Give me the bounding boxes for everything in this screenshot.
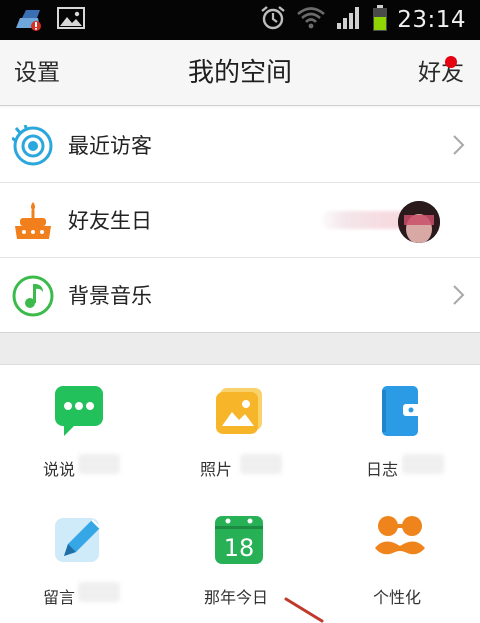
list-item-label: 背景音乐 bbox=[68, 284, 152, 308]
list-item-label: 最近访客 bbox=[68, 134, 152, 158]
list-item-label: 好友生日 bbox=[68, 209, 152, 233]
eye-icon bbox=[11, 124, 54, 167]
journal-icon bbox=[373, 384, 427, 438]
grid-item-journal[interactable]: 日志 bbox=[320, 366, 480, 494]
blurred-count bbox=[78, 454, 120, 474]
chevron-right-icon bbox=[452, 284, 466, 306]
alarm-icon bbox=[259, 4, 287, 36]
grid-item-label: 留言 bbox=[43, 588, 76, 607]
status-bar: 23:14 bbox=[0, 0, 480, 40]
wifi-icon bbox=[296, 5, 326, 35]
grid-item-label: 说说 bbox=[43, 460, 76, 479]
birthday-cake-icon bbox=[12, 200, 54, 242]
list-item-friend-birthdays[interactable]: 好友生日 bbox=[0, 183, 480, 258]
photo-icon bbox=[212, 384, 266, 438]
grid-item-messages[interactable]: 留言 bbox=[0, 494, 160, 622]
feature-grid: 说说 照片 日志 留言 18 那年今日 个性化 bbox=[0, 366, 480, 623]
music-note-icon bbox=[12, 275, 54, 317]
grid-item-photos[interactable]: 照片 bbox=[160, 366, 320, 494]
calendar-icon: 18 bbox=[212, 512, 266, 566]
pen-icon bbox=[52, 512, 106, 566]
grid-item-label: 照片 bbox=[200, 460, 233, 479]
gallery-icon bbox=[56, 5, 86, 35]
annotation-arrow bbox=[282, 597, 342, 623]
mustache-glasses-icon bbox=[373, 512, 427, 566]
grid-item-label: 那年今日 bbox=[204, 588, 269, 607]
chevron-right-icon bbox=[452, 134, 466, 156]
avatar bbox=[398, 201, 440, 243]
signal-icon bbox=[335, 5, 363, 35]
grid-item-personalize[interactable]: 个性化 bbox=[320, 494, 480, 622]
clock-time: 23:14 bbox=[397, 7, 466, 33]
grid-item-shuoshuo[interactable]: 说说 bbox=[0, 366, 160, 494]
list-item-background-music[interactable]: 背景音乐 bbox=[0, 258, 480, 333]
grid-item-label: 个性化 bbox=[373, 588, 422, 607]
page-title: 我的空间 bbox=[187, 58, 292, 88]
feature-list: 最近访客 好友生日 背景音乐 bbox=[0, 108, 480, 333]
grid-item-label: 日志 bbox=[366, 460, 399, 479]
app-notification-icon bbox=[14, 4, 44, 36]
chat-bubble-icon bbox=[52, 384, 106, 438]
calendar-day: 18 bbox=[224, 534, 255, 562]
friends-button[interactable]: 好友 bbox=[418, 40, 464, 106]
blurred-count bbox=[240, 454, 282, 474]
notification-badge bbox=[445, 56, 457, 68]
top-bar: 设置 我的空间 好友 bbox=[0, 40, 480, 106]
blurred-count bbox=[402, 454, 444, 474]
section-divider bbox=[0, 333, 480, 365]
list-item-recent-visitors[interactable]: 最近访客 bbox=[0, 108, 480, 183]
battery-icon bbox=[372, 4, 388, 36]
blurred-count bbox=[78, 582, 120, 602]
